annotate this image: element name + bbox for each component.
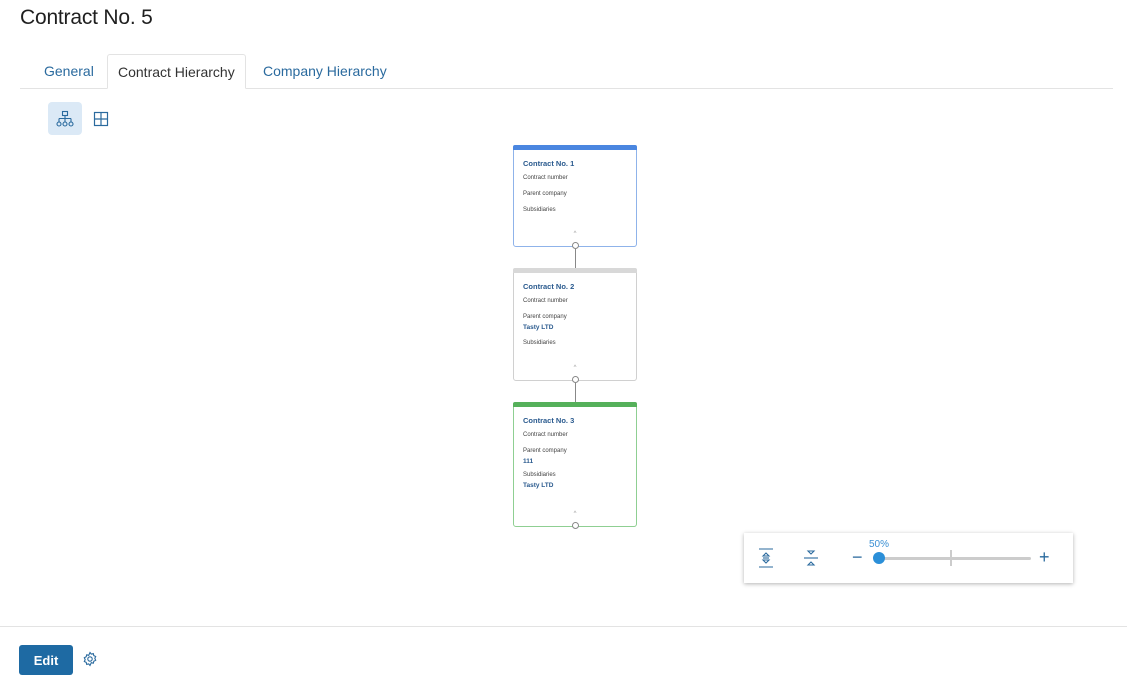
gear-icon	[83, 651, 97, 667]
expand-all-button[interactable]	[754, 545, 778, 571]
tab-contract-hierarchy[interactable]: Contract Hierarchy	[107, 54, 246, 89]
field-label: Contract number	[523, 175, 568, 181]
collapse-chevron-icon[interactable]: ^	[514, 365, 636, 371]
tab-bar: General Contract Hierarchy Company Hiera…	[20, 54, 1113, 89]
card-accent-bar	[513, 402, 637, 407]
zoom-in-button[interactable]: +	[1039, 547, 1050, 567]
collapse-all-button[interactable]	[799, 545, 823, 571]
zoom-percent-label: 50%	[869, 539, 890, 550]
contract-card[interactable]: Contract No. 2 Contract number Parent co…	[513, 268, 637, 383]
field-label: Parent company	[523, 191, 567, 197]
field-value-link[interactable]: Tasty LTD	[523, 482, 636, 489]
zoom-slider-thumb[interactable]	[873, 552, 885, 564]
card-title[interactable]: Contract No. 2	[523, 282, 636, 291]
field-value-link[interactable]: 111	[523, 458, 636, 465]
field-label: Contract number	[523, 298, 568, 304]
grid-view-button[interactable]	[84, 102, 118, 135]
settings-button[interactable]	[82, 651, 98, 667]
connector-node[interactable]	[572, 242, 579, 249]
card-title[interactable]: Contract No. 3	[523, 416, 636, 425]
connector-line	[575, 249, 576, 268]
page-title: Contract No. 5	[20, 6, 153, 29]
field-value-link[interactable]: Tasty LTD	[523, 324, 636, 331]
footer-divider	[0, 626, 1127, 627]
contract-card[interactable]: Contract No. 3 Contract number Parent co…	[513, 402, 637, 529]
tab-general[interactable]: General	[44, 54, 94, 87]
connector-line	[575, 383, 576, 402]
zoom-slider-track[interactable]	[879, 557, 1031, 560]
collapse-chevron-icon[interactable]: ^	[514, 511, 636, 517]
connector-node[interactable]	[572, 376, 579, 383]
contract-card[interactable]: Contract No. 1 Contract number Parent co…	[513, 145, 637, 249]
tab-company-hierarchy[interactable]: Company Hierarchy	[263, 54, 387, 87]
connector-node[interactable]	[572, 522, 579, 529]
field-label: Contract number	[523, 432, 568, 438]
expand-vertical-icon	[759, 548, 773, 568]
field-label: Parent company	[523, 448, 567, 454]
hierarchy-tree-icon	[56, 110, 74, 127]
field-label: Subsidiaries	[523, 472, 556, 478]
card-accent-bar	[513, 145, 637, 150]
zoom-control-panel: 50% − +	[744, 533, 1073, 583]
zoom-slider-default-mark	[950, 550, 952, 566]
collapse-vertical-icon	[804, 550, 818, 566]
field-label: Parent company	[523, 314, 567, 320]
field-label: Subsidiaries	[523, 207, 556, 213]
field-label: Subsidiaries	[523, 340, 556, 346]
hierarchy-view-button[interactable]	[48, 102, 82, 135]
grid-table-icon	[93, 111, 109, 126]
collapse-chevron-icon[interactable]: ^	[514, 231, 636, 237]
card-accent-bar	[513, 268, 637, 273]
edit-button[interactable]: Edit	[19, 645, 73, 675]
card-title[interactable]: Contract No. 1	[523, 159, 636, 168]
zoom-out-button[interactable]: −	[852, 547, 863, 567]
